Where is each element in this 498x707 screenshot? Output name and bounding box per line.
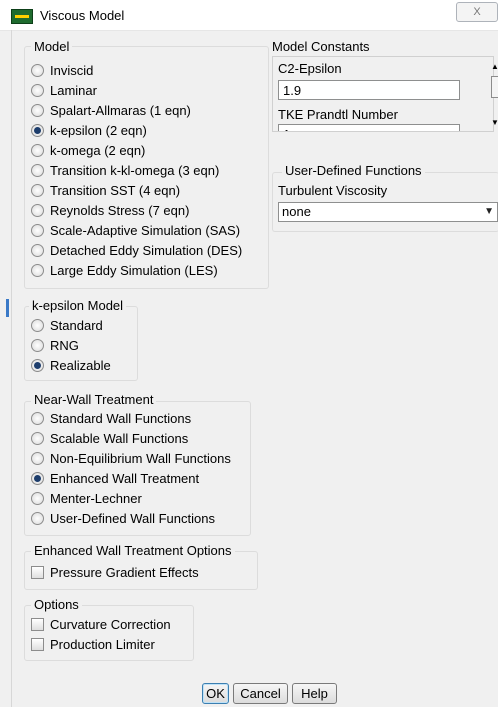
radio-icon: [31, 83, 44, 97]
radio-icon: [31, 103, 44, 117]
option-label: Transition SST (4 eqn): [50, 182, 181, 198]
radio-icon: [31, 491, 44, 505]
radio-icon: [31, 338, 44, 352]
radio-icon: [31, 63, 44, 77]
option-label: k-epsilon (2 eqn): [50, 122, 147, 138]
option-label: Spalart-Allmaras (1 eqn): [50, 102, 191, 118]
radio-icon: [31, 243, 44, 257]
wall-option-user-defined[interactable]: User-Defined Wall Functions: [31, 509, 215, 527]
option-label: Detached Eddy Simulation (DES): [50, 242, 243, 258]
tke-prandtl-input[interactable]: 1: [278, 124, 460, 131]
option-label: Realizable: [50, 357, 111, 373]
option-label: User-Defined Wall Functions: [50, 510, 215, 526]
option-label: Reynolds Stress (7 eqn): [50, 202, 190, 218]
option-label: Menter-Lechner: [50, 490, 142, 506]
udf-legend: User-Defined Functions: [282, 163, 425, 178]
radio-icon: [31, 163, 44, 177]
radio-icon: [31, 431, 44, 445]
checkbox-icon: [31, 637, 44, 651]
tke-prandtl-label: TKE Prandtl Number: [278, 107, 398, 122]
curvature-correction-checkbox[interactable]: Curvature Correction: [31, 615, 171, 633]
option-label: k-omega (2 eqn): [50, 142, 146, 158]
pressure-gradient-checkbox[interactable]: Pressure Gradient Effects: [31, 563, 199, 581]
option-label: Inviscid: [50, 62, 94, 78]
wall-option-standard[interactable]: Standard Wall Functions: [31, 409, 191, 427]
select-value: none: [282, 204, 311, 219]
model-option-sas[interactable]: Scale-Adaptive Simulation (SAS): [31, 221, 240, 239]
enhanced-wall-options-legend: Enhanced Wall Treatment Options: [31, 543, 235, 558]
model-option-transition-sst[interactable]: Transition SST (4 eqn): [31, 181, 180, 199]
radio-icon: [31, 451, 44, 465]
scroll-up-icon[interactable]: ▲: [491, 62, 498, 71]
radio-icon: [31, 263, 44, 277]
checkbox-icon: [31, 617, 44, 631]
model-option-reynolds-stress[interactable]: Reynolds Stress (7 eqn): [31, 201, 189, 219]
option-label: Enhanced Wall Treatment: [50, 470, 200, 486]
radio-icon: [31, 411, 44, 425]
app-icon: [11, 9, 33, 24]
radio-icon: [31, 318, 44, 332]
radio-icon: [31, 511, 44, 525]
checkbox-icon: [31, 565, 44, 579]
option-label: RNG: [50, 337, 79, 353]
turbulent-viscosity-select[interactable]: none ▼: [278, 202, 498, 222]
option-label: Non-Equilibrium Wall Functions: [50, 450, 231, 466]
radio-icon: [31, 203, 44, 217]
radio-icon: [31, 183, 44, 197]
left-divider: [11, 30, 12, 707]
title-bar[interactable]: Viscous Model X: [0, 0, 498, 31]
radio-selected-icon: [31, 358, 44, 372]
help-button[interactable]: Help: [292, 683, 337, 704]
production-limiter-checkbox[interactable]: Production Limiter: [31, 635, 155, 653]
window-title: Viscous Model: [40, 8, 125, 23]
viscous-model-dialog: Viscous Model X Model Inviscid Laminar S…: [0, 0, 498, 707]
option-label: Scalable Wall Functions: [50, 430, 189, 446]
close-button[interactable]: X: [456, 2, 498, 22]
option-label: Standard: [50, 317, 103, 333]
c2-epsilon-label: C2-Epsilon: [278, 61, 342, 76]
model-option-inviscid[interactable]: Inviscid: [31, 61, 93, 79]
wall-option-menter-lechner[interactable]: Menter-Lechner: [31, 489, 142, 507]
turbulent-viscosity-label: Turbulent Viscosity: [278, 183, 388, 198]
model-option-k-omega[interactable]: k-omega (2 eqn): [31, 141, 145, 159]
model-legend: Model: [31, 39, 73, 54]
model-option-spalart-allmaras[interactable]: Spalart-Allmaras (1 eqn): [31, 101, 191, 119]
wall-option-scalable[interactable]: Scalable Wall Functions: [31, 429, 188, 447]
option-label: Standard Wall Functions: [50, 410, 192, 426]
option-label: Transition k-kl-omega (3 eqn): [50, 162, 220, 178]
radio-selected-icon: [31, 471, 44, 485]
model-constants-panel: C2-Epsilon 1.9 TKE Prandtl Number 1: [272, 56, 494, 132]
dropdown-arrow-icon: ▼: [484, 206, 494, 217]
ke-option-rng[interactable]: RNG: [31, 336, 79, 354]
cancel-button[interactable]: Cancel: [233, 683, 288, 704]
option-label: Laminar: [50, 82, 97, 98]
option-label: Pressure Gradient Effects: [50, 564, 199, 580]
radio-icon: [31, 143, 44, 157]
option-label: Large Eddy Simulation (LES): [50, 262, 218, 278]
near-wall-legend: Near-Wall Treatment: [31, 392, 157, 407]
ke-option-realizable[interactable]: Realizable: [31, 356, 111, 374]
model-option-des[interactable]: Detached Eddy Simulation (DES): [31, 241, 242, 259]
option-label: Scale-Adaptive Simulation (SAS): [50, 222, 241, 238]
model-option-laminar[interactable]: Laminar: [31, 81, 97, 99]
close-icon: X: [473, 6, 481, 18]
model-option-k-epsilon[interactable]: k-epsilon (2 eqn): [31, 121, 147, 139]
option-label: Production Limiter: [50, 636, 155, 652]
model-option-transition-k-kl-omega[interactable]: Transition k-kl-omega (3 eqn): [31, 161, 219, 179]
ok-button[interactable]: OK: [202, 683, 229, 704]
k-epsilon-legend: k-epsilon Model: [29, 298, 127, 313]
option-label: Curvature Correction: [50, 616, 171, 632]
model-option-les[interactable]: Large Eddy Simulation (LES): [31, 261, 218, 279]
resize-accent: [6, 299, 9, 317]
radio-selected-icon: [31, 123, 44, 137]
model-constants-title: Model Constants: [272, 39, 370, 54]
options-legend: Options: [31, 597, 82, 612]
c2-epsilon-input[interactable]: 1.9: [278, 80, 460, 100]
radio-icon: [31, 223, 44, 237]
scroll-down-icon[interactable]: ▼: [491, 118, 498, 127]
wall-option-non-equilibrium[interactable]: Non-Equilibrium Wall Functions: [31, 449, 231, 467]
scroll-button[interactable]: [491, 76, 498, 98]
ke-option-standard[interactable]: Standard: [31, 316, 103, 334]
wall-option-enhanced[interactable]: Enhanced Wall Treatment: [31, 469, 199, 487]
